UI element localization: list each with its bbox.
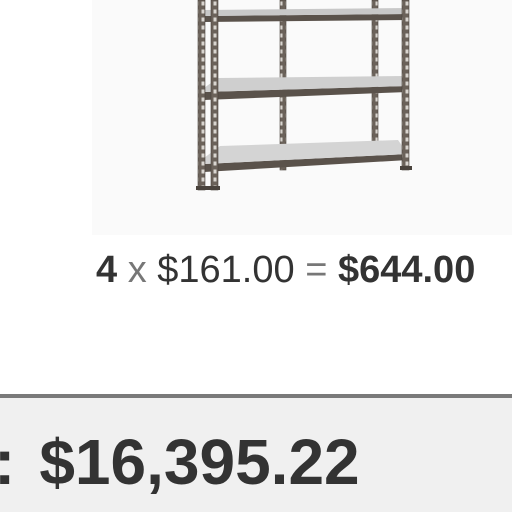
order-total: : $16,395.22 bbox=[0, 422, 360, 502]
line-total: $644.00 bbox=[337, 249, 476, 291]
metal-shelving-unit-icon bbox=[196, 0, 412, 191]
order-total-bar: : $16,395.22 bbox=[0, 394, 512, 512]
times-symbol: x bbox=[127, 249, 147, 291]
quantity-value: 4 bbox=[96, 249, 118, 291]
equals-symbol: = bbox=[305, 249, 328, 291]
unit-price: $161.00 bbox=[157, 249, 295, 291]
total-label-tail: : bbox=[0, 426, 15, 498]
product-image[interactable] bbox=[92, 0, 512, 235]
grand-total-value: $16,395.22 bbox=[39, 426, 360, 498]
line-item-calculation: 4 x $161.00 = $644.00 bbox=[96, 248, 475, 292]
cart-page: 4 x $161.00 = $644.00 : $16,395.22 bbox=[0, 0, 512, 512]
